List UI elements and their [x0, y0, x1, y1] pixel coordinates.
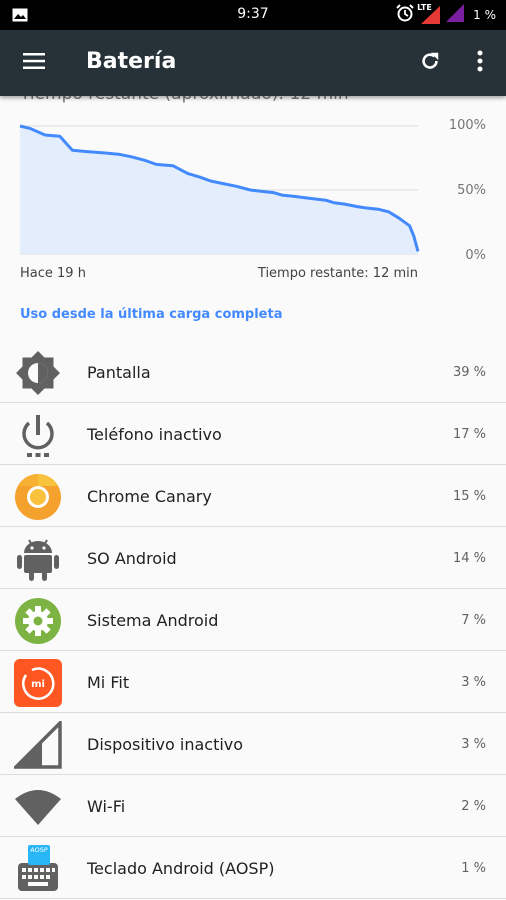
- usage-item-name: Teléfono inactivo: [87, 425, 222, 444]
- usage-item-teclado-android[interactable]: AOSP Teclado Android (AOSP) 1 %: [0, 837, 506, 899]
- more-vert-icon: [477, 50, 483, 76]
- cell-signal-icon: [14, 721, 62, 769]
- status-bar: 9:37 LTE 1 %: [0, 0, 506, 30]
- usage-item-percent: 2 %: [461, 799, 486, 814]
- y-tick-label: 0%: [465, 248, 486, 263]
- chart-start-label: Hace 19 h: [20, 266, 86, 281]
- mi-fit-icon: mi: [14, 659, 62, 707]
- wifi-icon: [14, 783, 62, 831]
- usage-item-name: Dispositivo inactivo: [87, 735, 244, 754]
- usage-item-sistema-android[interactable]: Sistema Android 7 %: [0, 589, 506, 651]
- alarm-icon: [395, 3, 415, 27]
- menu-icon: [22, 52, 46, 74]
- usage-item-pantalla[interactable]: Pantalla 39 %: [0, 341, 506, 403]
- usage-item-wifi[interactable]: Wi-Fi 2 %: [0, 775, 506, 837]
- more-options-button[interactable]: [460, 43, 500, 83]
- usage-item-percent: 3 %: [461, 675, 486, 690]
- battery-percent: 1 %: [473, 8, 496, 22]
- y-tick-label: 100%: [448, 118, 486, 133]
- usage-item-name: Mi Fit: [87, 673, 130, 692]
- usage-item-percent: 15 %: [452, 489, 486, 504]
- usage-item-telefono-inactivo[interactable]: Teléfono inactivo 17 %: [0, 403, 506, 465]
- usage-section-header: Uso desde la última carga completa: [20, 307, 283, 322]
- usage-item-dispositivo-inactivo[interactable]: Dispositivo inactivo 3 %: [0, 713, 506, 775]
- signal-icon: [445, 3, 465, 27]
- usage-item-name: SO Android: [87, 549, 177, 568]
- android-robot-icon: [14, 535, 62, 583]
- power-icon: [14, 411, 62, 459]
- battery-chart-card: Tiempo restante (aproximado): 12 min 100…: [0, 96, 506, 341]
- usage-item-mi-fit[interactable]: mi Mi Fit 3 %: [0, 651, 506, 713]
- svg-text:mi: mi: [31, 679, 45, 690]
- usage-item-name: Chrome Canary: [87, 487, 212, 506]
- lte-signal-icon: LTE: [417, 3, 441, 25]
- page-title: Batería: [86, 49, 177, 74]
- android-settings-icon: [14, 597, 62, 645]
- usage-item-so-android[interactable]: SO Android 14 %: [0, 527, 506, 589]
- usage-item-name: Wi-Fi: [87, 797, 126, 816]
- network-type: LTE: [417, 3, 432, 12]
- app-toolbar: Batería: [0, 30, 506, 96]
- y-tick-label: 50%: [457, 183, 486, 198]
- usage-item-name: Pantalla: [87, 363, 151, 382]
- usage-item-chrome-canary[interactable]: Chrome Canary 15 %: [0, 465, 506, 527]
- usage-item-percent: 1 %: [461, 861, 486, 876]
- usage-item-percent: 39 %: [452, 365, 486, 380]
- chart-remaining-label: Tiempo restante: 12 min: [257, 266, 418, 281]
- usage-item-name: Sistema Android: [87, 611, 219, 630]
- keyboard-icon: AOSP: [14, 845, 62, 893]
- usage-item-name: Teclado Android (AOSP): [87, 859, 275, 878]
- refresh-icon: [419, 50, 441, 76]
- keyboard-badge: AOSP: [30, 846, 48, 854]
- menu-button[interactable]: [14, 43, 54, 83]
- usage-item-percent: 3 %: [461, 737, 486, 752]
- refresh-button[interactable]: [410, 43, 450, 83]
- brightness-icon: [14, 349, 62, 397]
- usage-item-percent: 7 %: [461, 613, 486, 628]
- usage-item-percent: 14 %: [452, 551, 486, 566]
- chrome-canary-icon: [14, 473, 62, 521]
- usage-item-percent: 17 %: [452, 427, 486, 442]
- usage-list: Pantalla 39 % Teléfono inactivo 17 % Chr…: [0, 341, 506, 899]
